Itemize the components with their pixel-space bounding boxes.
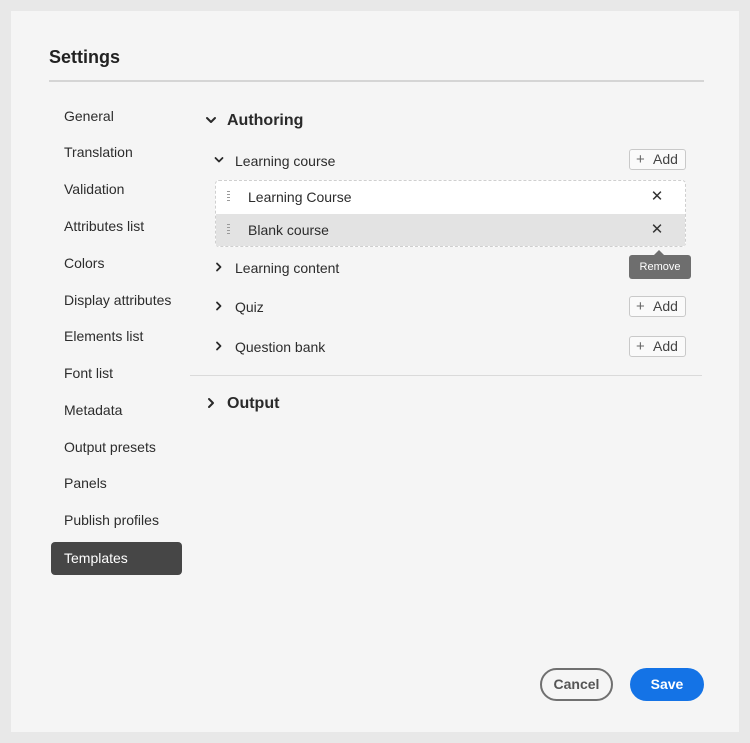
sidebar-item-font-list[interactable]: Font list: [51, 357, 182, 390]
section-title-output[interactable]: Output: [227, 395, 279, 413]
remove-tooltip: Remove: [629, 250, 691, 279]
subsection-learning-content[interactable]: Learning content: [235, 260, 339, 276]
sidebar-item-output-presets[interactable]: Output presets: [51, 431, 182, 464]
add-quiz-button[interactable]: + Add: [629, 296, 686, 317]
list-item[interactable]: Learning Course ✕: [216, 181, 685, 213]
sidebar-item-translation[interactable]: Translation: [51, 136, 182, 169]
drag-handle-icon[interactable]: [227, 224, 231, 236]
plus-icon: +: [636, 338, 645, 355]
drag-handle-icon[interactable]: [227, 191, 231, 203]
title-divider: [49, 80, 704, 82]
sidebar-item-attributes-list[interactable]: Attributes list: [51, 210, 182, 243]
remove-icon[interactable]: ✕: [650, 181, 664, 213]
section-divider: [190, 375, 702, 376]
remove-icon[interactable]: ✕: [650, 214, 664, 246]
sidebar-item-templates[interactable]: Templates: [51, 542, 182, 575]
sidebar-item-panels[interactable]: Panels: [51, 467, 182, 500]
list-item[interactable]: Blank course ✕: [216, 214, 685, 246]
sidebar-item-metadata[interactable]: Metadata: [51, 394, 182, 427]
save-button[interactable]: Save: [630, 668, 704, 701]
settings-dialog: Settings General Translation Validation …: [11, 11, 739, 732]
sidebar-item-general[interactable]: General: [51, 100, 182, 133]
add-question-bank-button[interactable]: + Add: [629, 336, 686, 357]
chevron-down-icon[interactable]: [204, 113, 218, 127]
dialog-title: Settings: [49, 47, 121, 67]
sidebar-item-elements-list[interactable]: Elements list: [51, 320, 182, 353]
sidebar-item-colors[interactable]: Colors: [51, 247, 182, 280]
sidebar-item-publish-profiles[interactable]: Publish profiles: [51, 504, 182, 537]
sidebar-item-display-attributes[interactable]: Display attributes: [51, 284, 182, 317]
subsection-learning-course[interactable]: Learning course: [235, 153, 335, 169]
chevron-right-icon[interactable]: [212, 339, 226, 353]
template-list: Learning Course ✕ Blank course ✕: [215, 180, 686, 247]
chevron-right-icon[interactable]: [212, 299, 226, 313]
chevron-right-icon[interactable]: [212, 260, 226, 274]
subsection-quiz[interactable]: Quiz: [235, 299, 264, 315]
list-item-label: Learning Course: [248, 189, 352, 205]
section-title-authoring[interactable]: Authoring: [227, 112, 303, 130]
subsection-question-bank[interactable]: Question bank: [235, 339, 325, 355]
chevron-down-icon[interactable]: [212, 153, 226, 167]
cancel-button[interactable]: Cancel: [540, 668, 613, 701]
sidebar-item-validation[interactable]: Validation: [51, 173, 182, 206]
list-item-label: Blank course: [248, 222, 329, 238]
plus-icon: +: [636, 298, 645, 315]
chevron-right-icon[interactable]: [204, 396, 218, 410]
add-learning-course-button[interactable]: + Add: [629, 149, 686, 170]
plus-icon: +: [636, 151, 645, 168]
